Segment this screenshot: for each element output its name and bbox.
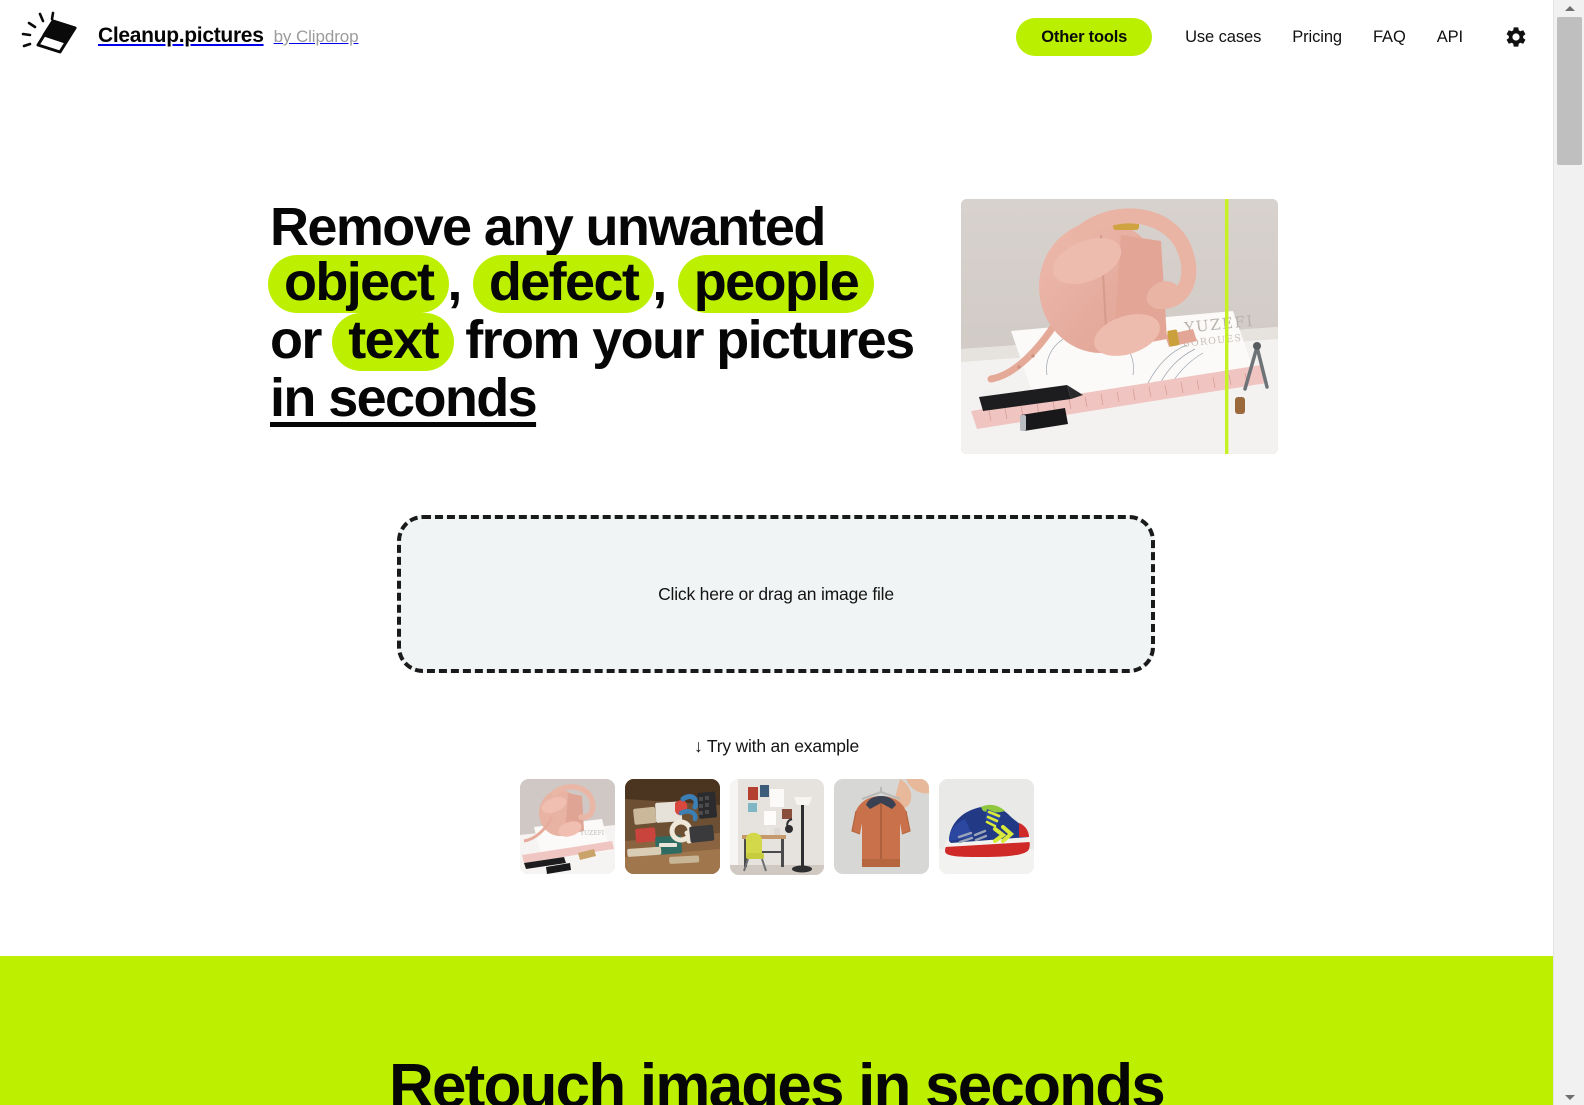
brand-byline: by Clipdrop — [273, 27, 359, 46]
retouch-section-heading: Retouch images in seconds — [389, 1052, 1166, 1105]
headline-highlight-people: people — [677, 255, 875, 313]
svg-text:YUZEFI: YUZEFI — [579, 830, 605, 837]
blue-sneaker-thumbnail[interactable] — [938, 779, 1034, 874]
page-title: Remove any unwanted object, defect, peop… — [268, 197, 930, 428]
try-example-label: ↓ Try with an example — [693, 736, 860, 756]
craft-desk-thumbnail[interactable] — [624, 779, 720, 874]
headline-highlight-text: text — [332, 312, 454, 371]
other-tools-button[interactable]: Other tools — [1016, 18, 1153, 56]
eraser-sparkle-icon — [18, 11, 80, 61]
image-dropzone[interactable]: Click here or drag an image file — [397, 515, 1155, 673]
headline-highlight-object: object — [268, 255, 450, 313]
triangle-up-icon[interactable] — [1554, 0, 1584, 16]
brand-logo-link[interactable]: Cleanup.pictures by Clipdrop — [18, 10, 359, 62]
gear-icon[interactable] — [1501, 22, 1531, 52]
triangle-down-icon[interactable] — [1554, 1089, 1584, 1105]
headline-comma-1: , — [447, 252, 462, 313]
brand-name: Cleanup.pictures — [98, 24, 264, 47]
site-header: Cleanup.pictures by Clipdrop Other tools… — [0, 0, 1553, 72]
headline-part-1: Remove any unwanted — [270, 197, 826, 257]
headline-or: or — [270, 309, 335, 370]
orange-jacket-thumbnail[interactable] — [833, 779, 929, 874]
nav-link-api[interactable]: API — [1437, 18, 1463, 56]
browser-page: Cleanup.pictures by Clipdrop Other tools… — [0, 0, 1584, 1105]
dropzone-label: Click here or drag an image file — [658, 583, 894, 604]
examples-section: ↓ Try with an example YUZEFI — [0, 736, 1553, 875]
nav-link-use-cases[interactable]: Use cases — [1185, 18, 1261, 56]
main-navigation: Other tools Use cases Pricing FAQ API — [1016, 17, 1531, 57]
headline-highlight-defect: defect — [472, 255, 655, 313]
nav-link-pricing[interactable]: Pricing — [1292, 18, 1342, 56]
headline-underlined: in seconds — [270, 367, 538, 428]
hero-photo: YUZEFI BOROUES — [961, 199, 1278, 454]
page-viewport: Cleanup.pictures by Clipdrop Other tools… — [0, 0, 1553, 1105]
headline-comma-2: , — [652, 252, 667, 313]
browser-scrollbar[interactable] — [1553, 0, 1584, 1105]
scrollbar-thumb[interactable] — [1557, 17, 1582, 165]
nav-link-faq[interactable]: FAQ — [1373, 18, 1406, 56]
brand-text: Cleanup.pictures by Clipdrop — [98, 24, 359, 48]
home-office-thumbnail[interactable] — [729, 779, 824, 875]
example-thumbnails-row: YUZEFI — [519, 779, 1034, 875]
pink-handbag-thumbnail[interactable]: YUZEFI — [519, 779, 615, 874]
headline-part-2: from your pictures — [451, 309, 915, 370]
retouch-section: Retouch images in seconds — [0, 956, 1553, 1105]
